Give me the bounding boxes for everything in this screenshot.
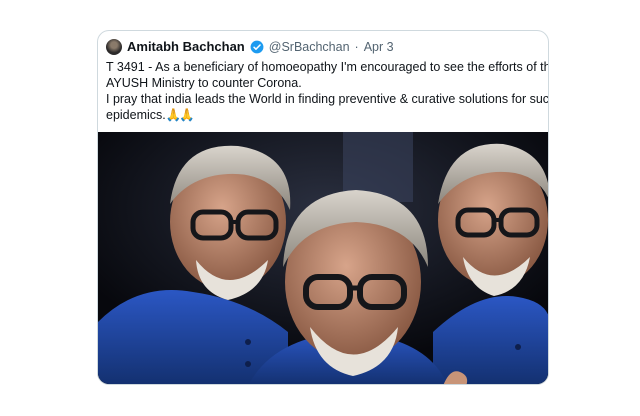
tweet-header: Amitabh Bachchan @SrBachchan · Apr 3 [106,38,540,56]
separator-dot: · [354,40,359,54]
tweet-media-image[interactable] [98,132,548,384]
tweet-date[interactable]: Apr 3 [364,38,394,56]
tweet-text-line: I pray that india leads the World in fin… [106,92,549,106]
author-handle[interactable]: @SrBachchan [269,38,350,56]
tweet-text: T 3491 - As a beneficiary of homoeopathy… [106,59,549,123]
avatar[interactable] [106,39,122,55]
folded-hands-emoji: 🙏🙏 [165,108,195,122]
tweet-card[interactable]: Amitabh Bachchan @SrBachchan · Apr 3 T 3… [97,30,549,385]
tweet-text-line-last: epidemics.🙏🙏 [106,107,540,123]
tweet-text-line: T 3491 - As a beneficiary of homoeopathy… [106,60,549,74]
verified-badge-icon [250,40,264,54]
author-name[interactable]: Amitabh Bachchan [127,38,245,56]
photo-collage-image [98,132,548,384]
tweet-text-line: epidemics. [106,108,166,122]
tweet-text-line: AYUSH Ministry to counter Corona. [106,76,302,90]
